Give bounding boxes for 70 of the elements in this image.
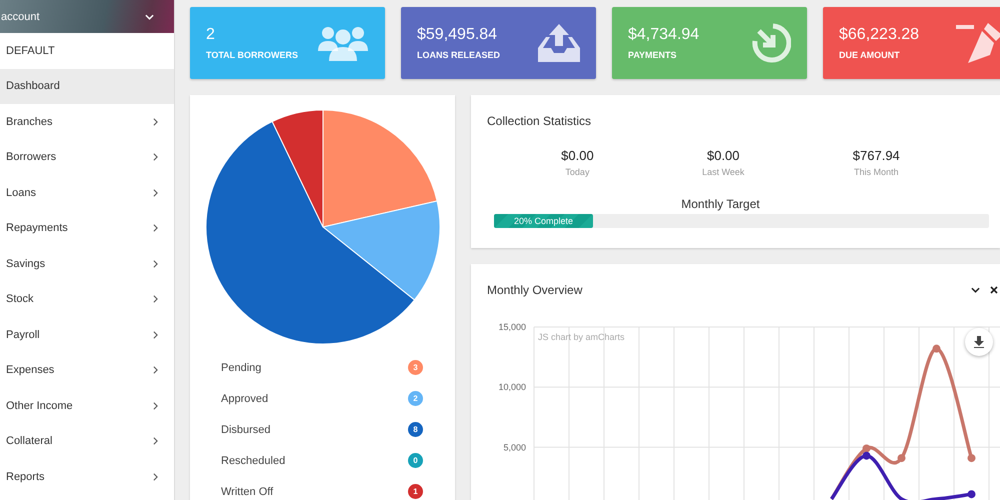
stat-value: 2 [206,26,216,44]
data-point [932,344,940,353]
count-badge: 2 [408,391,423,406]
card-title: Monthly Overview [487,283,582,297]
legend-label: Disbursed [221,424,271,436]
data-point [968,490,976,498]
chevron-down-icon[interactable] [971,287,980,293]
chevron-right-icon [153,330,158,339]
stat-period: This Month [854,167,899,177]
stat-label: PAYMENTS [628,50,678,60]
chevron-right-icon [153,472,158,481]
chevron-right-icon [153,153,158,162]
count-badge: 0 [408,453,423,468]
stat-period: Last Week [702,167,744,177]
axis-tick-label: 10,000 [498,382,526,392]
chevron-right-icon [153,402,158,410]
sidebar-item[interactable]: Repayments [0,210,174,246]
target-title: Monthly Target [681,197,761,211]
sidebar-item[interactable]: Other Income [0,388,174,424]
pen-nib-icon [956,23,1000,63]
sidebar-item[interactable]: Stock [0,282,174,317]
download-button[interactable] [965,328,993,356]
sidebar-item[interactable]: Collateral [0,424,174,459]
people-icon [317,25,369,61]
stat-value: $59,495.84 [417,26,498,44]
chevron-right-icon [153,295,158,304]
legend-label: Written Off [221,486,274,498]
circular-arrow-icon [751,23,791,63]
count-badge: 1 [408,484,423,499]
axis-tick-label: 5,000 [503,442,526,452]
account-header[interactable]: account [0,0,174,33]
chart-credit: JS chart by amCharts [538,332,625,342]
sidebar-item[interactable]: Loans [0,175,174,210]
chevron-right-icon [153,118,158,126]
sidebar-item[interactable]: Payroll [0,317,174,352]
stat-label: DUE AMOUNT [839,50,901,60]
stat-amount: $0.00 [706,148,740,163]
stat-amount: $767.94 [852,148,900,163]
legend-label: Approved [221,392,268,404]
count-badge: 8 [408,422,423,437]
stat-value: $66,223.28 [839,26,920,44]
download-icon [973,336,985,348]
upload-tray-icon [538,24,580,62]
sidebar-item[interactable]: Branches [0,104,174,140]
count-badge: 3 [408,360,423,375]
chevron-right-icon [153,224,158,232]
chevron-right-icon [153,188,158,197]
chevron-down-icon [145,14,154,20]
progress-fill: 20% Complete [494,214,593,228]
data-point [968,454,976,462]
stat-label: LOANS RELEASED [417,50,500,60]
stat-label: TOTAL BORROWERS [206,50,298,60]
card-title: Collection Statistics [487,114,592,128]
sidebar-item[interactable]: DEFAULT [0,33,174,68]
legend-label: Rescheduled [221,454,286,466]
axis-tick-label: 15,000 [498,322,526,332]
chevron-right-icon [153,366,158,374]
data-point [898,454,906,462]
stat-value: $4,734.94 [628,26,700,44]
sidebar-item[interactable]: Reports [0,459,174,494]
chevron-right-icon [153,437,158,446]
sidebar-item[interactable]: Dashboard [0,68,174,104]
chevron-right-icon [153,260,158,268]
stat-amount: $0.00 [561,148,594,163]
sidebar-item[interactable]: Expenses [0,352,174,388]
legend-label: Pending [221,362,262,374]
stat-period: Today [565,167,590,177]
sidebar-item[interactable]: Borrowers [0,140,174,175]
close-icon[interactable] [990,286,998,294]
sidebar-item[interactable]: Savings [0,246,174,282]
